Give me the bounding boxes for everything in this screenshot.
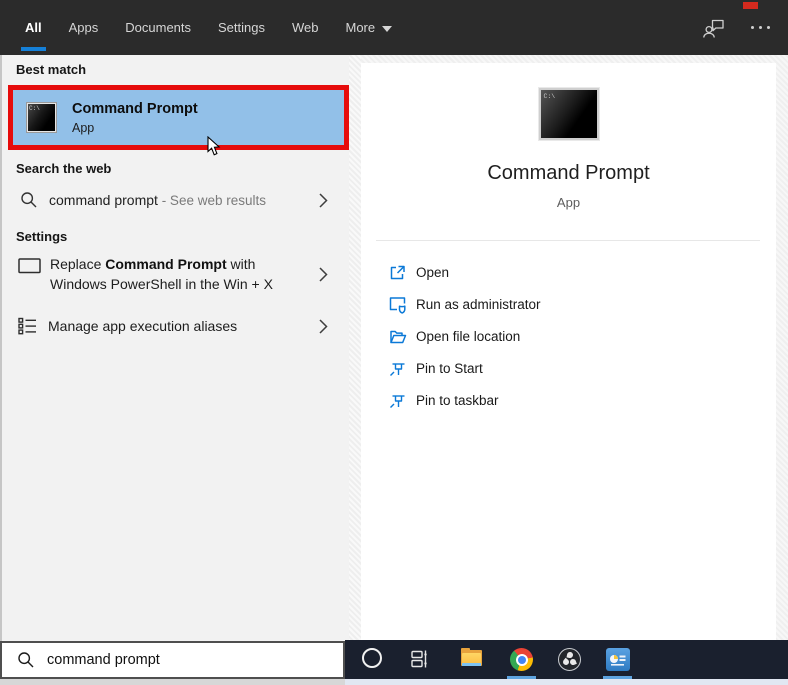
preview-app-name: Command Prompt bbox=[487, 162, 650, 184]
settings-result-text: Replace Command Prompt with Windows Powe… bbox=[50, 256, 273, 292]
search-icon bbox=[20, 191, 38, 209]
more-options-icon[interactable] bbox=[751, 26, 770, 29]
tab-apps[interactable]: Apps bbox=[69, 20, 99, 35]
best-match-app-type: App bbox=[72, 120, 95, 135]
settings-result-app-aliases[interactable]: Manage app execution aliases bbox=[2, 311, 349, 341]
action-pin-to-start[interactable]: Pin to Start bbox=[361, 352, 776, 384]
results-panel: Best match C:\ Command Prompt App Search… bbox=[2, 55, 349, 641]
search-input[interactable] bbox=[47, 652, 297, 668]
preview-panel-zone: C:\ Command Prompt App Open Run as admin… bbox=[361, 55, 788, 641]
search-header: All Apps Documents Settings Web More bbox=[0, 0, 788, 55]
best-match-app-name: Command Prompt bbox=[72, 100, 198, 117]
obs-icon[interactable] bbox=[558, 648, 581, 671]
action-pin-to-taskbar[interactable]: Pin to taskbar bbox=[361, 384, 776, 416]
web-search-suffix: - See web results bbox=[157, 193, 266, 208]
preview-app-type: App bbox=[556, 195, 581, 210]
taskbar bbox=[345, 640, 788, 679]
task-view-icon[interactable] bbox=[411, 650, 429, 668]
section-title-search-web: Search the web bbox=[16, 161, 112, 176]
screen-edge bbox=[0, 679, 345, 685]
action-open-file-location[interactable]: Open file location bbox=[361, 320, 776, 352]
chevron-down-icon bbox=[382, 25, 393, 32]
action-list: Open Run as administrator Open file loca… bbox=[361, 256, 776, 416]
tab-web[interactable]: Web bbox=[292, 20, 319, 35]
chevron-right-icon bbox=[319, 318, 328, 334]
feedback-icon[interactable] bbox=[702, 16, 725, 39]
screen-edge bbox=[345, 679, 788, 685]
search-icon bbox=[17, 651, 35, 669]
command-prompt-icon: C:\ bbox=[26, 102, 57, 133]
action-run-as-administrator[interactable]: Run as administrator bbox=[361, 288, 776, 320]
command-prompt-icon-large: C:\ bbox=[538, 88, 599, 140]
preview-panel: C:\ Command Prompt App Open Run as admin… bbox=[361, 63, 776, 641]
pin-icon bbox=[388, 392, 407, 409]
window-icon bbox=[18, 258, 41, 274]
red-recording-artifact bbox=[743, 2, 758, 9]
chevron-right-icon bbox=[319, 267, 328, 282]
open-icon bbox=[388, 263, 407, 281]
cortana-icon[interactable] bbox=[362, 648, 382, 668]
list-icon bbox=[18, 317, 37, 335]
web-search-query: command prompt bbox=[49, 192, 158, 208]
mouse-cursor bbox=[207, 136, 221, 157]
chrome-icon[interactable] bbox=[510, 648, 533, 671]
taskbar-search-box[interactable] bbox=[0, 641, 345, 679]
tab-documents[interactable]: Documents bbox=[125, 20, 191, 35]
pin-icon bbox=[388, 360, 407, 377]
section-title-best-match: Best match bbox=[16, 62, 87, 77]
filter-tabs: All Apps Documents Settings Web More bbox=[0, 0, 788, 55]
left-scrollbar-track[interactable] bbox=[349, 55, 361, 641]
tab-more[interactable]: More bbox=[346, 20, 393, 35]
tab-all[interactable]: All bbox=[21, 20, 46, 51]
settings-result-text: Manage app execution aliases bbox=[48, 318, 238, 334]
settings-result-replace-cmd[interactable]: Replace Command Prompt with Windows Powe… bbox=[2, 251, 349, 303]
tab-settings[interactable]: Settings bbox=[218, 20, 265, 35]
shield-icon bbox=[388, 295, 407, 314]
section-title-settings: Settings bbox=[16, 229, 68, 244]
chevron-right-icon bbox=[319, 192, 328, 208]
best-match-result-command-prompt[interactable]: C:\ Command Prompt App bbox=[8, 85, 349, 150]
system-app-icon[interactable] bbox=[606, 648, 630, 671]
web-search-result[interactable]: command prompt - See web results bbox=[2, 183, 349, 217]
action-open[interactable]: Open bbox=[361, 256, 776, 288]
folder-icon bbox=[388, 328, 407, 345]
file-explorer-icon[interactable] bbox=[461, 648, 482, 666]
divider bbox=[376, 240, 760, 241]
